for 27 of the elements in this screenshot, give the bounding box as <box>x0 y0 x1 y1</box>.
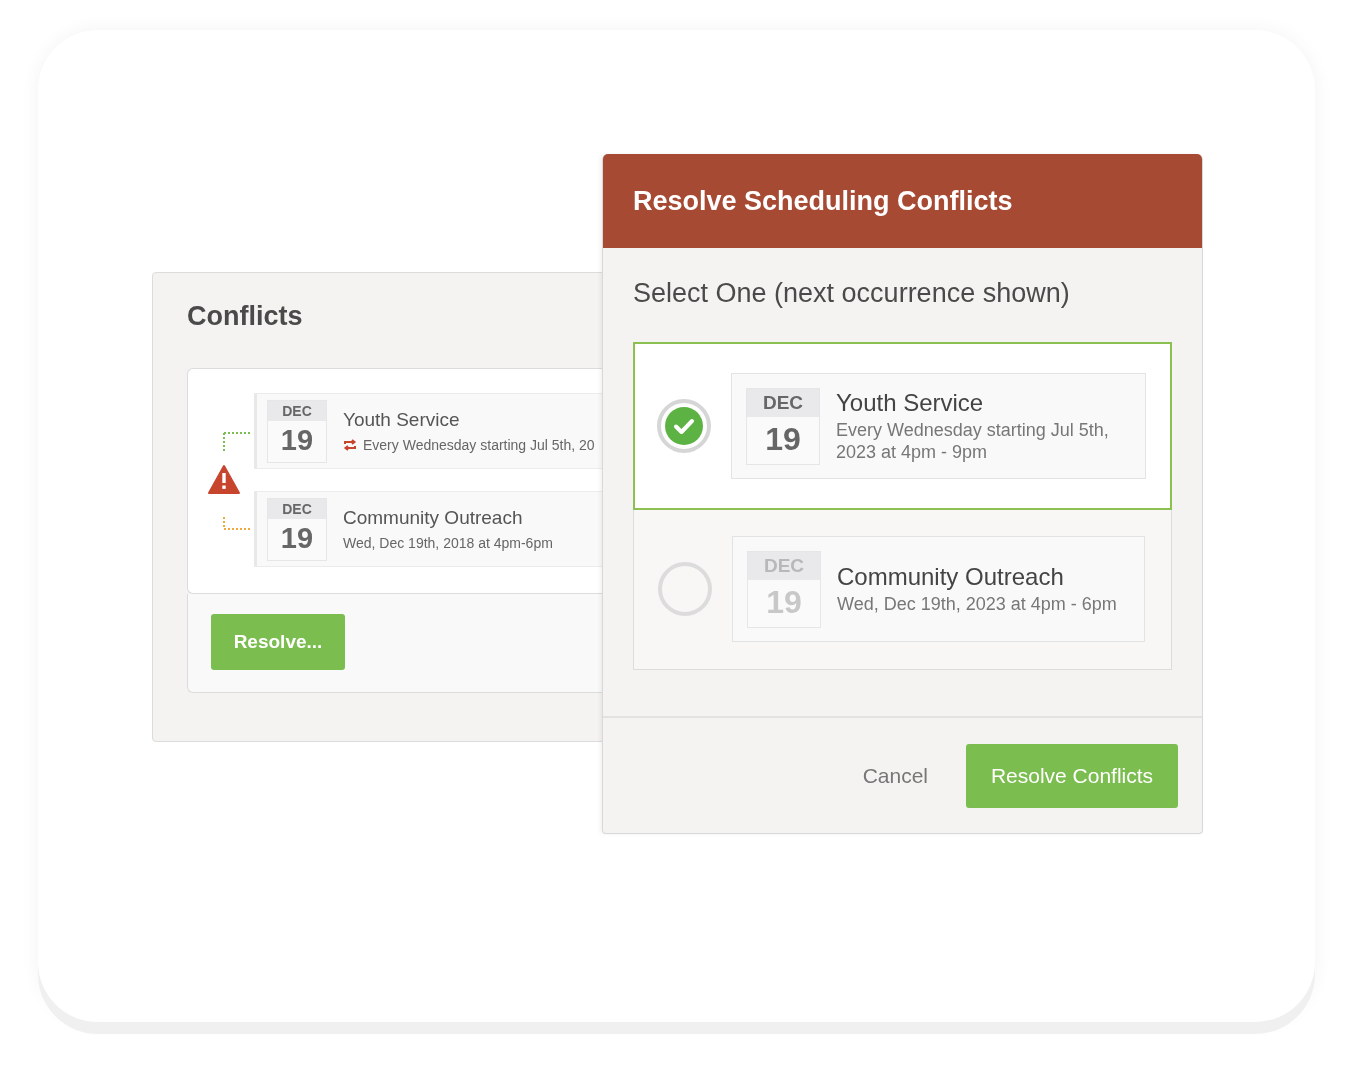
month-label: DEC <box>268 400 326 421</box>
dialog-title: Resolve Scheduling Conflicts <box>603 154 1202 248</box>
event-detail: Wed, Dec 19th, 2018 at 4pm-6pm <box>343 535 553 551</box>
connector-line <box>223 432 253 452</box>
event-title: Community Outreach <box>343 507 524 529</box>
resolve-button[interactable]: Resolve... <box>211 614 345 670</box>
warning-icon <box>208 465 240 494</box>
option-row[interactable]: DEC 19 Youth Service Every Wednesday starting Jul 5th, 2023 at 4pm - 9pm <box>633 342 1172 510</box>
resolve-conflicts-button[interactable]: Resolve Conflicts <box>966 743 1178 808</box>
event-detail: Wed, Dec 19th, 2023 at 4pm - 6pm <box>837 593 1117 615</box>
radio-button[interactable] <box>658 562 712 616</box>
event-title: Community Outreach <box>837 563 1065 591</box>
dialog-prompt: Select One (next occurrence shown) <box>633 278 1071 309</box>
event-title: Youth Service <box>343 409 461 431</box>
day-number: 19 <box>280 422 314 458</box>
radio-button[interactable] <box>657 399 711 453</box>
event-title: Youth Service <box>836 389 985 417</box>
panel-title: Conflicts <box>187 301 304 332</box>
connector-line <box>223 516 253 530</box>
check-icon <box>665 407 703 445</box>
cancel-button[interactable]: Cancel <box>858 759 932 792</box>
month-label: DEC <box>747 388 819 417</box>
month-label: DEC <box>268 498 326 519</box>
day-number: 19 <box>765 419 801 459</box>
event-detail: Every Wednesday starting Jul 5th, 2023 at 4pm - 9pm <box>836 419 1110 463</box>
event-detail: Every Wednesday starting Jul 5th, 20 <box>363 437 595 453</box>
day-number: 19 <box>280 520 314 556</box>
